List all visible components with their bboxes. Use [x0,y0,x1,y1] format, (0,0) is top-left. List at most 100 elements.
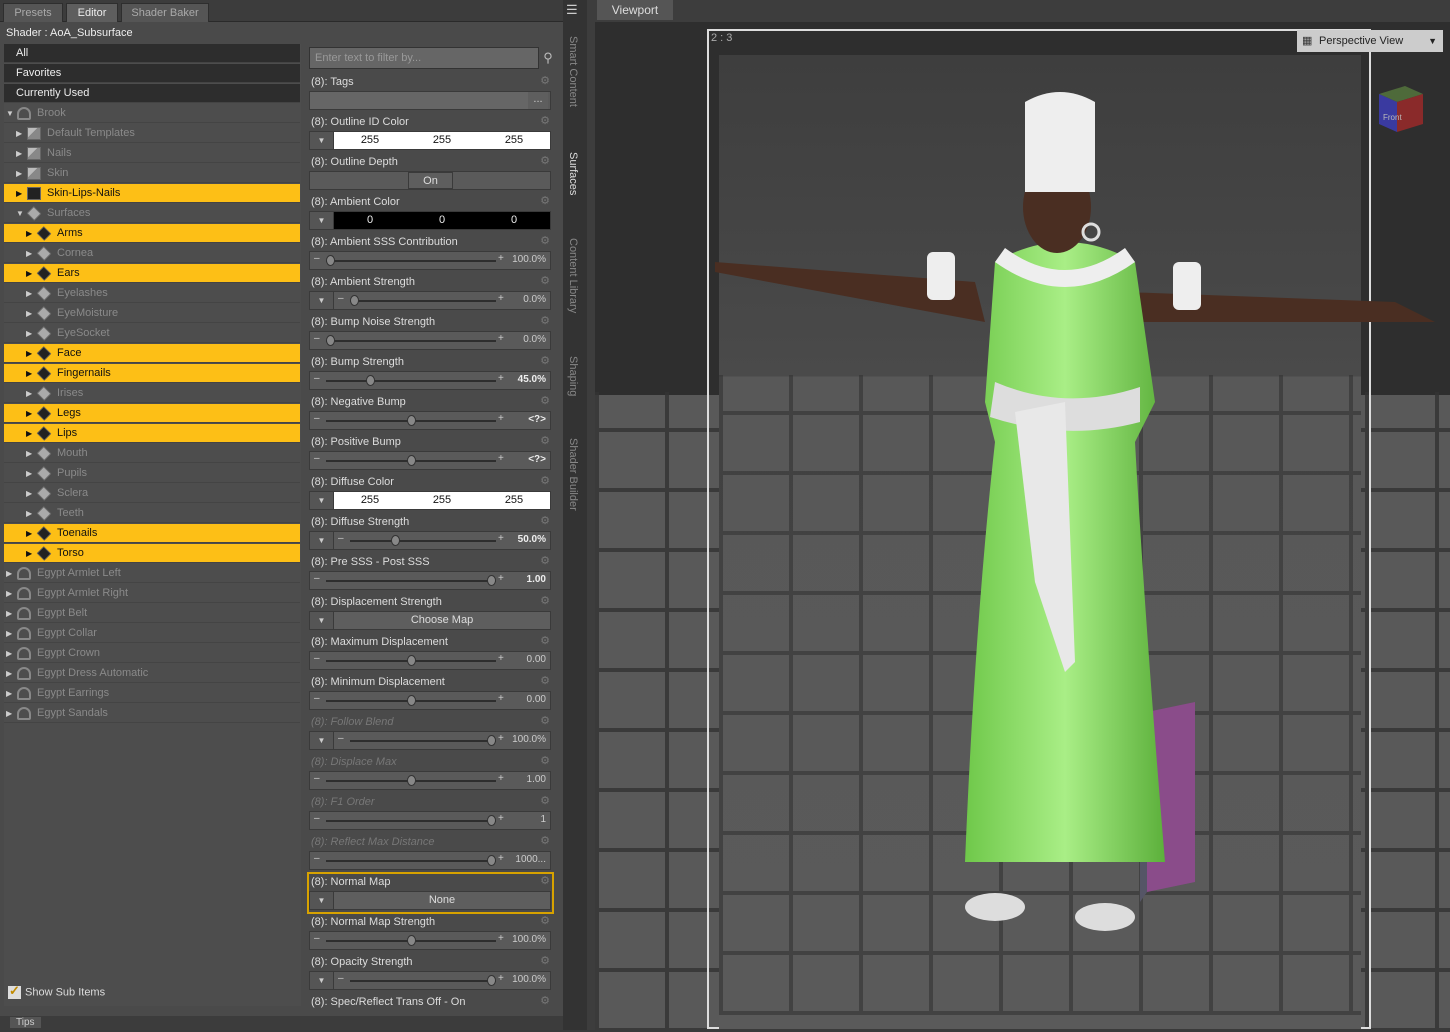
minus-icon[interactable]: – [338,973,344,984]
view-mode-dropdown[interactable]: Perspective View ▼ [1297,30,1443,52]
tags-browse-button[interactable]: ... [528,92,548,109]
tree-item[interactable]: ▶ Egypt Collar [4,624,300,643]
slider-handle[interactable] [391,535,401,546]
slider-handle[interactable] [366,375,376,386]
plus-icon[interactable]: + [498,333,504,344]
slider-track[interactable] [350,980,496,982]
expand-arrow-icon[interactable]: ▶ [26,504,32,523]
checkbox-icon[interactable] [8,983,21,999]
expand-arrow-icon[interactable]: ▶ [26,224,32,243]
property-control[interactable]: ▼ – +50.0% [309,531,551,550]
plus-icon[interactable]: + [498,773,504,784]
tree-item[interactable]: ▼ Surfaces [4,204,300,223]
minus-icon[interactable]: – [338,293,344,304]
slider-track[interactable] [326,820,496,822]
tree-item[interactable]: ▶ Lips [4,424,300,443]
menu-icon[interactable]: ☰ [566,2,578,18]
gear-icon[interactable]: ⚙ [540,394,550,407]
plus-icon[interactable]: + [498,853,504,864]
tab-shader-baker[interactable]: Shader Baker [121,3,209,22]
toggle-button[interactable]: On [408,172,453,189]
gear-icon[interactable]: ⚙ [540,74,550,87]
tree-item[interactable]: ▶ Skin-Lips-Nails [4,184,300,203]
expand-arrow-icon[interactable]: ▶ [6,704,12,723]
gear-icon[interactable]: ⚙ [540,154,550,167]
tree-item[interactable]: ▶ EyeMoisture [4,304,300,323]
map-button[interactable]: Choose Map [334,612,550,629]
slider-handle[interactable] [487,735,496,746]
map-button[interactable]: None [334,892,550,909]
chevron-down-icon[interactable]: ▼ [310,892,334,909]
tree-item[interactable]: ▶ Irises [4,384,300,403]
expand-arrow-icon[interactable]: ▶ [26,384,32,403]
minus-icon[interactable]: – [338,733,344,744]
tab-presets[interactable]: Presets [3,3,63,22]
slider-handle[interactable] [350,295,359,306]
tree-item[interactable]: ▶ Sclera [4,484,300,503]
slider-handle[interactable] [487,975,496,986]
tree-item[interactable]: ▶ Teeth [4,504,300,523]
slider-track[interactable] [326,860,496,862]
expand-arrow-icon[interactable]: ▶ [26,544,32,563]
gear-icon[interactable]: ⚙ [540,434,550,447]
tree-item[interactable]: ▶ Face [4,344,300,363]
gear-icon[interactable]: ⚙ [540,554,550,567]
slider-handle[interactable] [487,855,496,866]
slider-handle[interactable] [406,455,416,466]
gear-icon[interactable]: ⚙ [540,874,550,887]
expand-arrow-icon[interactable]: ▶ [26,484,32,503]
plus-icon[interactable]: + [498,533,504,544]
tree-filter-item[interactable]: Currently Used [4,84,300,103]
slider-handle[interactable] [326,255,335,266]
gear-icon[interactable]: ⚙ [540,194,550,207]
tree-item[interactable]: ▶ Legs [4,404,300,423]
expand-arrow-icon[interactable]: ▶ [16,164,22,183]
expand-arrow-icon[interactable]: ▶ [26,244,32,263]
tags-input[interactable] [310,92,528,109]
property-control[interactable]: – +1.00 [309,571,551,590]
property-control[interactable]: ▼ 255 255 255 [309,131,551,150]
tree-item[interactable]: ▶ Egypt Armlet Right [4,584,300,603]
side-tab[interactable]: Shader Builder [567,438,579,511]
slider-handle[interactable] [406,415,416,426]
expand-arrow-icon[interactable]: ▶ [16,124,22,143]
expand-arrow-icon[interactable]: ▶ [16,184,22,203]
expand-arrow-icon[interactable]: ▶ [26,304,32,323]
side-tab[interactable]: Content Library [567,238,579,313]
expand-arrow-icon[interactable]: ▶ [26,264,32,283]
gear-icon[interactable]: ⚙ [540,674,550,687]
property-control[interactable]: – +0.00 [309,691,551,710]
tree-item[interactable]: ▶ Fingernails [4,364,300,383]
minus-icon[interactable]: – [314,933,320,944]
property-control[interactable]: – + <?> [309,451,551,470]
plus-icon[interactable]: + [498,373,504,384]
plus-icon[interactable]: + [498,573,504,584]
minus-icon[interactable]: – [314,853,320,864]
tree-item[interactable]: ▶ EyeSocket [4,324,300,343]
color-swatch[interactable]: 0 0 0 [334,212,550,229]
plus-icon[interactable]: + [498,293,504,304]
plus-icon[interactable]: + [498,253,504,264]
slider-handle[interactable] [406,775,416,786]
property-control[interactable]: – +100.0% [309,251,551,270]
plus-icon[interactable]: + [498,733,504,744]
chevron-down-icon[interactable]: ▼ [310,212,334,229]
expand-arrow-icon[interactable]: ▶ [26,424,32,443]
chevron-down-icon[interactable]: ▼ [310,292,334,309]
gear-icon[interactable]: ⚙ [540,994,550,1007]
expand-arrow-icon[interactable]: ▶ [6,564,12,583]
slider-track[interactable] [326,380,496,382]
collapse-arrow-icon[interactable]: ▼ [6,104,14,123]
gear-icon[interactable]: ⚙ [540,634,550,647]
gear-icon[interactable]: ⚙ [540,754,550,767]
slider-track[interactable] [326,340,496,342]
3d-scene[interactable]: 2 : 3 Perspective View ▼ Front [595,22,1450,1030]
minus-icon[interactable]: – [314,773,320,784]
gear-icon[interactable]: ⚙ [540,354,550,367]
expand-arrow-icon[interactable]: ▶ [6,644,12,663]
gear-icon[interactable]: ⚙ [540,514,550,527]
slider-track[interactable] [350,740,496,742]
gear-icon[interactable]: ⚙ [540,794,550,807]
chevron-down-icon[interactable]: ▼ [310,532,334,549]
tree-item[interactable]: ▼ Brook [4,104,300,123]
